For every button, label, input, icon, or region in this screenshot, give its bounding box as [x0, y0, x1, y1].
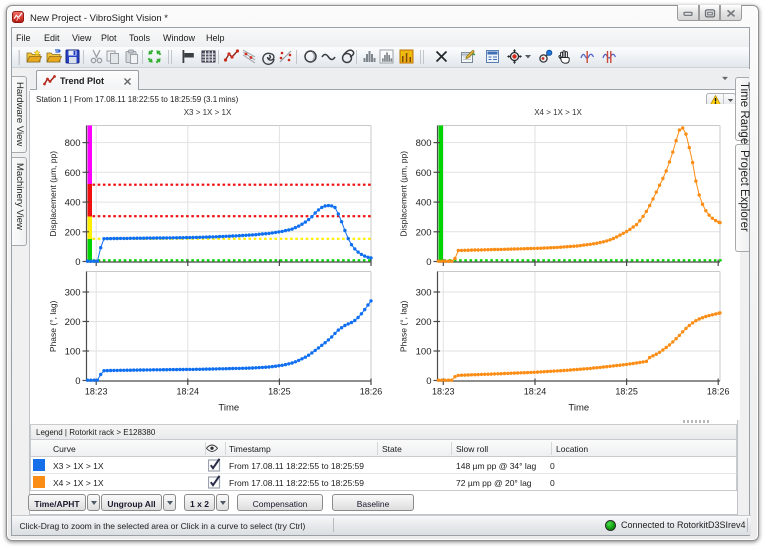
svg-text:X3 > 1X > 1X: X3 > 1X > 1X — [184, 108, 232, 117]
svg-text:200: 200 — [65, 227, 81, 238]
svg-text:0: 0 — [426, 376, 431, 387]
svg-text:18:26: 18:26 — [360, 387, 383, 397]
svg-text:Displacement (µm, pp): Displacement (µm, pp) — [48, 151, 58, 237]
svg-text:800: 800 — [65, 138, 81, 149]
svg-text:18:23: 18:23 — [85, 387, 108, 397]
svg-text:18:24: 18:24 — [177, 387, 200, 397]
svg-text:300: 300 — [416, 288, 432, 299]
svg-text:X4 > 1X > 1X: X4 > 1X > 1X — [534, 108, 582, 117]
svg-text:300: 300 — [65, 288, 81, 299]
svg-text:600: 600 — [416, 168, 432, 179]
svg-text:100: 100 — [65, 347, 81, 358]
svg-text:200: 200 — [416, 317, 432, 328]
svg-text:100: 100 — [416, 347, 432, 358]
svg-text:Time: Time — [218, 403, 239, 414]
svg-text:Time: Time — [568, 403, 589, 414]
svg-text:Phase (°, lag): Phase (°, lag) — [399, 300, 409, 352]
svg-text:18:25: 18:25 — [615, 387, 638, 397]
svg-text:400: 400 — [416, 198, 432, 209]
svg-text:18:24: 18:24 — [524, 387, 547, 397]
svg-text:18:25: 18:25 — [268, 387, 291, 397]
svg-text:Phase (°, lag): Phase (°, lag) — [48, 300, 58, 352]
svg-text:200: 200 — [65, 317, 81, 328]
svg-text:200: 200 — [416, 227, 432, 238]
svg-text:0: 0 — [75, 257, 80, 268]
svg-text:Displacement (µm, pp): Displacement (µm, pp) — [399, 151, 409, 237]
svg-text:0: 0 — [426, 257, 431, 268]
svg-text:18:26: 18:26 — [707, 387, 730, 397]
svg-text:18:23: 18:23 — [432, 387, 455, 397]
svg-text:0: 0 — [75, 376, 80, 387]
svg-text:400: 400 — [65, 198, 81, 209]
svg-text:800: 800 — [416, 138, 432, 149]
svg-text:600: 600 — [65, 168, 81, 179]
